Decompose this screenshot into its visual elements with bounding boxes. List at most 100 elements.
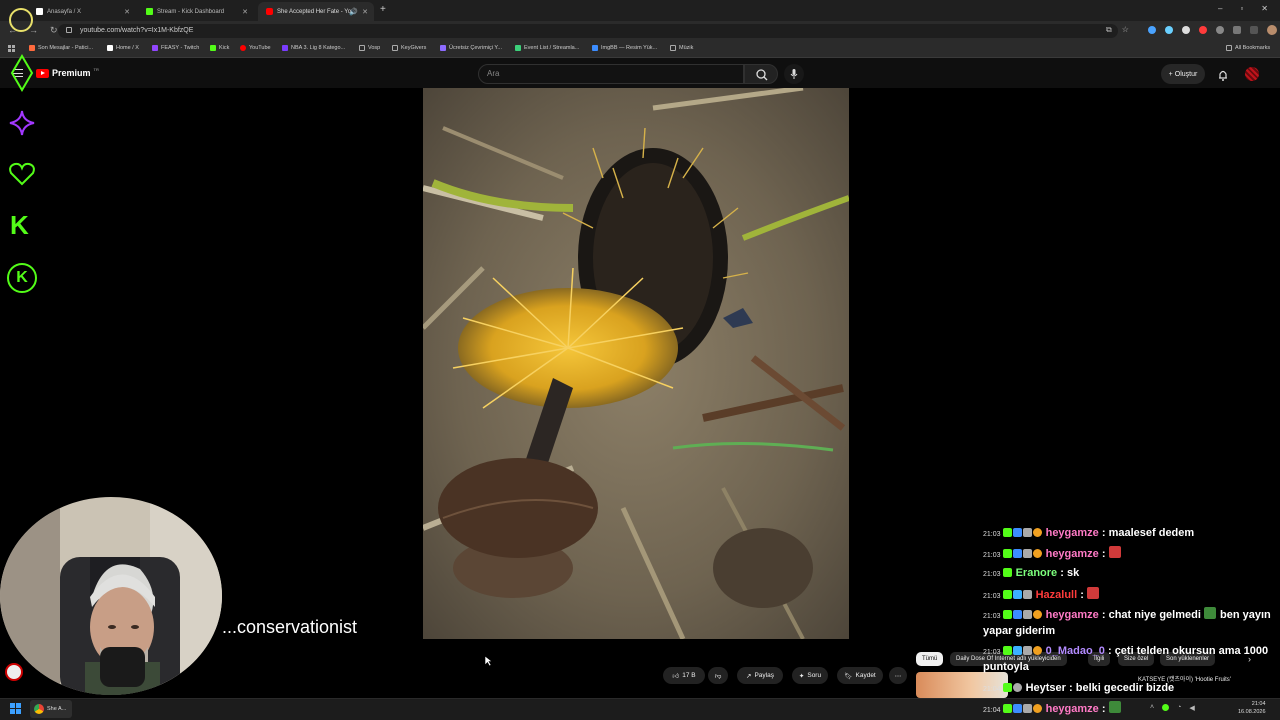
speaker-icon[interactable]: 🔊 xyxy=(349,8,358,16)
youtube-premium-logo[interactable]: Premium TR xyxy=(36,66,99,78)
sparkle-small-icon: ✦ xyxy=(798,672,805,680)
chat-text: sk xyxy=(1066,567,1080,579)
create-button[interactable]: + Oluştur xyxy=(1161,64,1205,84)
extensions-bar: ⋮ xyxy=(1148,25,1280,35)
bookmark-item[interactable]: ImgBB — Resim Yük... xyxy=(592,45,657,51)
channel-avatar[interactable] xyxy=(5,663,23,681)
bookmark-icon xyxy=(592,45,598,51)
tab-youtube-video[interactable]: She Accepted Her Fate - Yo... 🔊 ✕ xyxy=(258,2,374,21)
profile-avatar[interactable] xyxy=(1267,25,1277,35)
tab-label: She Accepted Her Fate - Yo... xyxy=(277,8,357,15)
bookmark-item[interactable]: Son Mesajlar - Patici... xyxy=(29,45,93,51)
new-tab-button[interactable]: + xyxy=(380,4,386,15)
install-icon[interactable]: ⧉ xyxy=(1106,25,1112,35)
search-button[interactable] xyxy=(744,64,778,84)
share-button[interactable]: ↗ Paylaş xyxy=(737,667,783,684)
bookmark-item[interactable]: Müzik xyxy=(670,45,693,51)
extension-icon[interactable] xyxy=(1216,26,1224,34)
extension-icon[interactable] xyxy=(1199,26,1207,34)
bookmark-icon xyxy=(29,45,35,51)
bookmark-label: Vosp xyxy=(368,45,381,51)
bookmark-item[interactable]: Ücretsiz Çevrimiçi Y... xyxy=(440,45,502,51)
bookmark-item[interactable]: Home / X xyxy=(107,45,139,51)
voice-search-button[interactable] xyxy=(784,64,804,84)
window-close-icon[interactable]: ✕ xyxy=(1261,4,1268,13)
url-bar[interactable]: youtube.com/watch?v=Ix1M-KbfzQE xyxy=(58,24,1118,38)
badge-icon xyxy=(1032,549,1042,558)
minimize-icon[interactable]: – xyxy=(1218,4,1222,13)
extension-icon[interactable] xyxy=(1165,26,1173,34)
site-info-icon[interactable] xyxy=(66,27,72,33)
badge-icon xyxy=(1022,610,1032,619)
chat-message: 21:04 heygamze : xyxy=(983,701,1275,718)
extension-icon[interactable] xyxy=(1182,26,1190,34)
maximize-icon[interactable]: ▫ xyxy=(1240,4,1243,13)
youtube-logo-icon xyxy=(240,45,246,51)
notifications-button[interactable] xyxy=(1217,68,1229,86)
search-placeholder: Ara xyxy=(487,69,500,78)
kick-badge-icon xyxy=(1002,549,1012,558)
more-dots-icon: ⋯ xyxy=(894,672,902,680)
badge-icon xyxy=(1012,549,1022,558)
stream-caption: ...conservationist xyxy=(222,617,358,637)
youtube-logo-icon xyxy=(266,8,273,15)
close-tab-icon[interactable]: ✕ xyxy=(362,8,368,16)
bookmark-item[interactable]: NBA 3. Lig 8 Katego... xyxy=(282,45,345,51)
all-bookmarks[interactable]: All Bookmarks xyxy=(1226,45,1270,51)
chat-text: chat niye gelmedi xyxy=(1108,609,1201,621)
bookmark-item[interactable]: Vosp xyxy=(359,45,380,51)
taskbar-chrome-app[interactable]: She A... xyxy=(30,700,72,718)
search-icon xyxy=(756,69,768,81)
clock-date: 16.08.2026 xyxy=(1238,709,1266,715)
windows-start-icon[interactable] xyxy=(10,703,21,714)
chip-all[interactable]: Tümü xyxy=(916,652,944,666)
downloads-icon[interactable] xyxy=(1250,26,1258,34)
bookmark-label: NBA 3. Lig 8 Katego... xyxy=(291,45,346,51)
bookmark-item[interactable]: Event List / Streamla... xyxy=(515,45,579,51)
badge-icon xyxy=(1012,528,1022,537)
volume-icon[interactable]: ◀ xyxy=(1189,704,1194,712)
puzzle-icon[interactable] xyxy=(1233,26,1241,34)
video-player[interactable] xyxy=(423,88,849,639)
search-input[interactable]: Ara xyxy=(478,64,744,84)
like-button[interactable]: 👍︎ 17 B xyxy=(663,667,705,684)
bookmark-item[interactable]: FEASY - Twitch xyxy=(152,45,199,51)
tab-label: Anasayfa / X xyxy=(47,8,82,15)
bookmark-item[interactable]: Kick xyxy=(210,45,229,51)
save-button[interactable]: 🔖︎ Kaydet xyxy=(837,667,883,684)
logo-country: TR xyxy=(93,66,99,72)
close-tab-icon[interactable]: ✕ xyxy=(124,8,130,16)
save-label: Kaydet xyxy=(855,672,876,679)
bookmark-label: YouTube xyxy=(249,45,271,51)
chat-username: Eranore xyxy=(1015,567,1058,579)
video-frame-tenrec xyxy=(423,88,849,639)
apps-icon[interactable] xyxy=(8,45,15,52)
tab-x-home[interactable]: Anasayfa / X ✕ xyxy=(28,2,136,21)
chat-time: 21:03 xyxy=(983,531,1001,538)
badge-icon xyxy=(1012,704,1022,713)
bookmark-item[interactable]: YouTube xyxy=(240,45,271,51)
x-logo-icon xyxy=(36,8,43,15)
tray-app-icon[interactable] xyxy=(1162,704,1170,711)
star-icon[interactable]: ☆ xyxy=(1122,25,1129,35)
bookmark-item[interactable]: KeyGivers xyxy=(392,45,426,51)
account-avatar[interactable] xyxy=(1245,67,1259,81)
ask-button[interactable]: ✦ Soru xyxy=(792,667,828,684)
sparkle-icon xyxy=(9,110,35,136)
wifi-icon[interactable]: ◔ xyxy=(1177,704,1181,712)
kick-badge-icon xyxy=(1002,590,1012,599)
more-actions-button[interactable]: ⋯ xyxy=(889,667,907,684)
extension-icon[interactable] xyxy=(1148,26,1156,34)
chat-text: belki gecedir bizde xyxy=(1075,682,1175,694)
reload-icon[interactable]: ↻ xyxy=(50,25,58,36)
close-tab-icon[interactable]: ✕ xyxy=(242,8,248,16)
chat-username: Heytser xyxy=(1025,682,1066,694)
tray-chevron-icon[interactable]: ˄ xyxy=(1150,704,1154,712)
chat-message: 21:03 Hazalull : xyxy=(983,587,1275,604)
tab-label: Stream - Kick Dashboard xyxy=(157,8,225,15)
like-count: 17 B xyxy=(682,672,696,679)
emote-icon xyxy=(1203,607,1216,619)
tab-kick-dashboard[interactable]: Stream - Kick Dashboard ✕ xyxy=(138,2,254,21)
taskbar-clock[interactable]: 21:04 16.08.2026 xyxy=(1238,700,1266,716)
dislike-button[interactable]: 👎︎ xyxy=(708,667,728,684)
